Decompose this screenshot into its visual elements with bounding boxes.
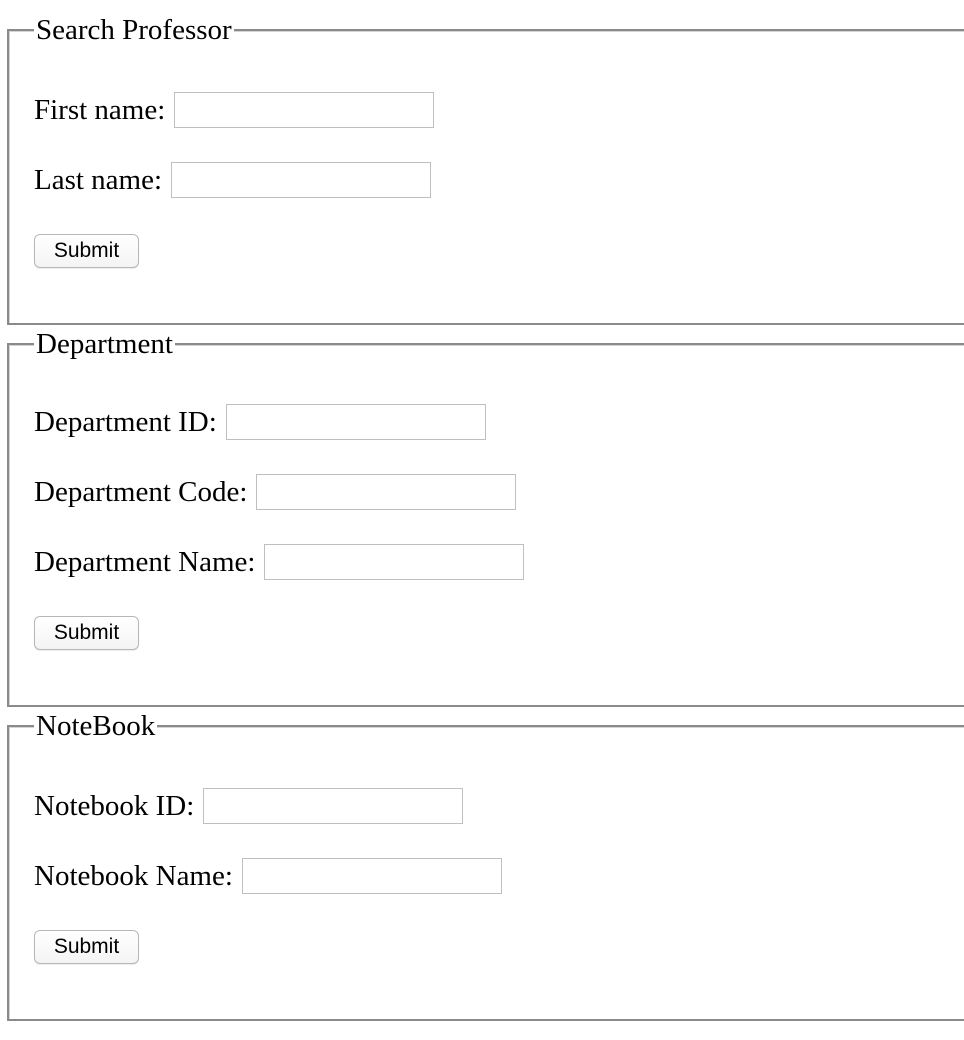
department-id-row: Department ID:: [34, 404, 486, 440]
department-fieldset: [7, 343, 964, 707]
notebook-id-label: Notebook ID:: [34, 790, 195, 822]
department-name-row: Department Name:: [34, 544, 525, 580]
department-code-row: Department Code:: [34, 474, 517, 510]
first-name-row: First name:: [34, 92, 435, 128]
notebook-legend: NoteBook: [34, 709, 158, 743]
last-name-label: Last name:: [34, 164, 163, 196]
notebook-id-row: Notebook ID:: [34, 788, 464, 824]
notebook-name-label: Notebook Name:: [34, 860, 233, 892]
search-professor-legend: Search Professor: [34, 13, 234, 47]
department-code-label: Department Code:: [34, 476, 248, 508]
first-name-input[interactable]: [174, 92, 435, 128]
last-name-row: Last name:: [34, 162, 432, 198]
department-id-input[interactable]: [225, 404, 486, 440]
department-code-input[interactable]: [256, 474, 517, 510]
notebook-id-input[interactable]: [203, 788, 464, 824]
first-name-label: First name:: [34, 94, 166, 126]
department-legend: Department: [34, 327, 175, 361]
professor-submit-button[interactable]: Submit: [34, 234, 139, 268]
department-submit-button[interactable]: Submit: [34, 616, 139, 650]
notebook-name-input[interactable]: [241, 858, 502, 894]
department-name-input[interactable]: [264, 544, 525, 580]
notebook-name-row: Notebook Name:: [34, 858, 502, 894]
department-id-label: Department ID:: [34, 406, 217, 438]
last-name-input[interactable]: [171, 162, 432, 198]
department-name-label: Department Name:: [34, 546, 256, 578]
notebook-submit-button[interactable]: Submit: [34, 930, 139, 964]
